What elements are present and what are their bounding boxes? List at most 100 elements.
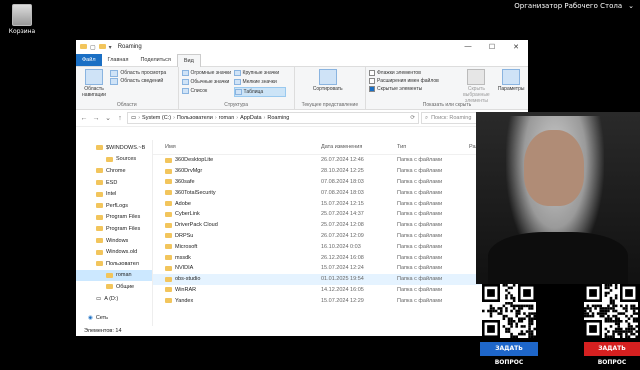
forward-arrow-icon[interactable]: → [91, 115, 101, 122]
nav-item-label: Windows.old [106, 249, 138, 256]
file-name: Yandex [175, 297, 194, 304]
breadcrumb-users[interactable]: Пользователи [177, 115, 213, 121]
layout-small[interactable]: Мелкие значки [233, 78, 286, 86]
drive-icon: ▭ [96, 295, 102, 302]
file-name-cell: DRPSu [153, 233, 321, 239]
table-row[interactable]: 360TotalSecurity 07.08.2024 18:03 Папка с … [153, 187, 528, 198]
chevron-down-icon[interactable]: ▾ [109, 44, 112, 51]
sort-button[interactable]: Сортировать [298, 69, 358, 92]
folder-icon [165, 287, 172, 293]
minimize-button[interactable]: — [456, 43, 480, 51]
nav-item-label: Program Files [106, 225, 141, 232]
layout-details[interactable]: Таблица [233, 87, 286, 97]
item-checkboxes-toggle[interactable]: Флажки элементов [369, 69, 455, 77]
explorer-window: ▢ ▾ Roaming — ☐ ✕ Файл Главная Поделитьс… [76, 40, 528, 336]
file-name-cell: CyberLink [153, 211, 321, 217]
nav-item[interactable]: Intel [76, 188, 152, 200]
folder-icon [96, 191, 103, 197]
nav-item[interactable]: ◉ Сеть [76, 312, 152, 324]
breadcrumb-roman[interactable]: roman [219, 115, 235, 121]
tab-file[interactable]: Файл [76, 54, 102, 66]
layout-large[interactable]: Крупные значки [233, 69, 286, 77]
table-row[interactable]: Microsoft 16.10.2024 0:03 Папка с файлами [153, 241, 528, 252]
back-arrow-icon[interactable]: ← [79, 115, 89, 122]
nav-item[interactable]: Program Files [76, 212, 152, 224]
navigation-pane[interactable]: $WINDOWS.~B Sources Chrome ESD Intel PerfLogs… [76, 140, 153, 326]
nav-item[interactable]: PerfLogs [76, 200, 152, 212]
tab-view[interactable]: Вид [176, 53, 201, 67]
chevron-down-icon[interactable]: ⌄ [103, 114, 113, 122]
breadcrumb-drive[interactable]: System (C:) [142, 115, 171, 121]
new-folder-icon[interactable] [98, 43, 106, 51]
layout-extra-large[interactable]: Огромные значки [181, 69, 234, 77]
file-extensions-toggle[interactable]: Расширения имен файлов [369, 77, 455, 85]
column-type[interactable]: Тип [397, 144, 469, 150]
tab-share[interactable]: Поделиться [134, 54, 176, 66]
address-field[interactable]: ▭ › System (C:) › Пользователи › roman › App… [127, 112, 419, 124]
table-row[interactable]: CyberLink 25.07.2024 14:37 Папка с файлами [153, 209, 528, 220]
nav-item[interactable]: Chrome [76, 165, 152, 177]
refresh-icon[interactable]: ⟳ [410, 115, 415, 121]
file-date: 07.08.2024 18:03 [321, 178, 364, 185]
ask-question-button-right[interactable]: ЗАДАТЬ ВОПРОС [584, 342, 640, 366]
computer-icon: ▭ [131, 115, 137, 121]
file-type: Папка с файлами [397, 297, 443, 304]
breadcrumb-appdata[interactable]: AppData [240, 115, 261, 121]
nav-item-label: roman [116, 272, 132, 279]
nav-item[interactable]: Windows [76, 235, 152, 247]
nav-item[interactable]: Пользовател [76, 258, 152, 270]
hide-selected-button[interactable]: Скрыть выбранные элементы [456, 69, 496, 104]
window-title: Roaming [117, 44, 142, 50]
table-row[interactable]: WinRAR 14.12.2024 16:05 Папка с файлами [153, 285, 528, 296]
column-date[interactable]: Дата изменения [321, 144, 397, 150]
file-date: 14.12.2024 16:05 [321, 286, 364, 293]
options-button[interactable]: Параметры [498, 69, 524, 92]
maximize-button[interactable]: ☐ [480, 43, 504, 51]
table-row[interactable]: 360safe 07.08.2024 18:03 Папка с файлами [153, 177, 528, 188]
quick-access-toolbar: ▢ ▾ [80, 43, 112, 51]
table-row[interactable]: 360DrvMgr 28.10.2024 12:25 Папка с файлами [153, 166, 528, 177]
desktop-organizer-menu[interactable]: Организатор Рабочего Стола ⌄ [514, 2, 634, 10]
close-button[interactable]: ✕ [504, 43, 528, 51]
up-arrow-icon[interactable]: ↑ [115, 115, 125, 122]
table-row[interactable]: Yandex 15.07.2024 12:29 Папка с файлами [153, 295, 528, 306]
nav-item[interactable]: Sources [76, 154, 152, 166]
properties-icon[interactable]: ▢ [90, 44, 96, 51]
table-row[interactable]: obs-studio 01.01.2025 19:54 Папка с файлам… [153, 273, 528, 285]
table-row[interactable]: DRPSu 26.07.2024 12:09 Папка с файлами [153, 231, 528, 242]
nav-item[interactable]: ESD [76, 177, 152, 189]
table-row[interactable]: DriverPack Cloud 25.07.2024 12:08 Папка с … [153, 220, 528, 231]
hidden-items-toggle[interactable]: Скрытые элементы [369, 85, 455, 93]
table-row[interactable]: NVIDIA 15.07.2024 12:24 Папка с файлами [153, 263, 528, 274]
show-hide-group: Флажки элементов Расширения имен файлов … [366, 67, 528, 109]
chevron-down-icon: ⌄ [628, 2, 634, 10]
file-date: 25.07.2024 12:08 [321, 222, 364, 229]
file-date: 26.07.2024 12:46 [321, 157, 364, 164]
layout-medium[interactable]: Обычные значки [181, 78, 234, 86]
nav-item[interactable]: $WINDOWS.~B [76, 142, 152, 154]
breadcrumb-roaming[interactable]: Roaming [267, 115, 289, 121]
nav-item[interactable]: Общие [76, 281, 152, 293]
file-name-cell: 360DrvMgr [153, 168, 321, 174]
nav-item[interactable]: Program Files [76, 223, 152, 235]
preview-pane-button[interactable]: Область просмотра [110, 69, 172, 77]
nav-item[interactable]: Windows.old [76, 246, 152, 258]
file-name-cell: Yandex [153, 298, 321, 304]
table-row[interactable]: 360DesktopLite 26.07.2024 12:46 Папка с фа… [153, 155, 528, 166]
tab-home[interactable]: Главная [102, 54, 135, 66]
details-pane-button[interactable]: Область сведений [110, 77, 172, 85]
file-date: 15.07.2024 12:15 [321, 200, 364, 207]
file-date: 01.01.2025 19:54 [321, 276, 364, 283]
table-row[interactable]: Adobe 15.07.2024 12:15 Папка с файлами [153, 198, 528, 209]
ask-question-button-left[interactable]: ЗАДАТЬ ВОПРОС [480, 342, 538, 366]
table-row[interactable]: mssdk 26.12.2024 16:08 Папка с файлами [153, 252, 528, 263]
column-name[interactable]: Имя [153, 144, 321, 150]
folder-icon [165, 298, 172, 304]
nav-item[interactable]: roman [76, 269, 152, 282]
folder-icon [96, 145, 103, 151]
recycle-bin-icon[interactable]: Корзина [4, 4, 40, 35]
nav-pane-button[interactable]: Область навигации [79, 69, 109, 98]
file-name: mssdk [175, 254, 191, 261]
nav-item[interactable]: ▭ A (D:) [76, 293, 152, 305]
layout-list[interactable]: Список [181, 87, 234, 95]
